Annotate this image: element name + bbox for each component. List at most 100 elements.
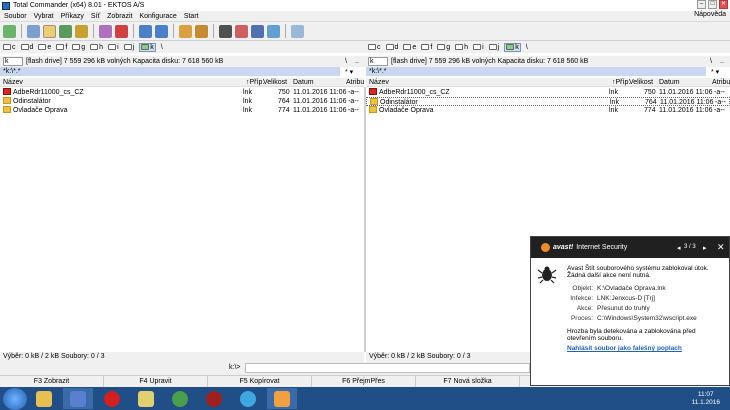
taskbar-totalcmd[interactable] (267, 388, 297, 409)
close-icon[interactable]: ✕ (717, 242, 725, 253)
tree-view-icon[interactable] (75, 24, 88, 38)
menu-sit[interactable]: Síť (91, 13, 100, 20)
col-name[interactable]: Název (3, 78, 23, 87)
root-button[interactable]: \ (161, 44, 163, 51)
back-to-root[interactable]: \ (345, 58, 347, 65)
f6-move-button[interactable]: F6 PřejmPřes (312, 376, 416, 387)
file-row[interactable]: Odinstalátor lnk 764 11.01.2016 11:06 -a… (0, 97, 364, 106)
col-size[interactable]: Velikost (263, 78, 287, 87)
taskbar-notes[interactable] (131, 388, 161, 409)
find-icon[interactable] (219, 24, 232, 38)
taskbar-explorer[interactable] (29, 388, 59, 409)
menu-soubor[interactable]: Soubor (4, 13, 27, 20)
drive-i[interactable]: i (108, 44, 119, 51)
col-date[interactable]: Datum (293, 78, 314, 87)
window-controls: – □ ✕ (697, 0, 728, 9)
full-view-icon[interactable] (43, 24, 56, 38)
pack-icon[interactable] (115, 24, 128, 38)
file-row[interactable]: AdbeRdr11000_cs_CZ lnk 750 11.01.2016 11… (0, 88, 364, 97)
drive-d[interactable]: d (385, 44, 398, 51)
brief-view-icon[interactable] (27, 24, 40, 38)
taskbar-save[interactable] (63, 388, 93, 409)
col-attr[interactable]: Atribu (712, 78, 730, 87)
file-row-focused[interactable]: Odinstalátor lnk 764 11.01.2016 11:06 -a… (366, 97, 730, 106)
drive-c[interactable]: c (368, 44, 381, 51)
file-row[interactable]: AdbeRdr11000_cs_CZ lnk 750 11.01.2016 11… (366, 88, 730, 97)
parent-dir[interactable]: .. (355, 58, 359, 65)
forward-icon[interactable] (155, 24, 168, 38)
compare-icon[interactable] (195, 24, 208, 38)
drive-h[interactable]: h (455, 44, 468, 51)
app-icon (2, 1, 10, 10)
f7-newfolder-button[interactable]: F7 Nová složka (416, 376, 520, 387)
menu-start[interactable]: Start (184, 13, 199, 20)
drive-icon (38, 44, 47, 50)
command-input[interactable] (245, 363, 530, 373)
unpack-icon[interactable] (179, 24, 192, 38)
parent-dir[interactable]: .. (720, 58, 724, 65)
col-date[interactable]: Datum (659, 78, 680, 87)
drive-j[interactable]: j (488, 44, 499, 51)
taskbar-media[interactable] (199, 388, 229, 409)
drive-f[interactable]: f (56, 44, 67, 51)
drive-e[interactable]: e (38, 44, 51, 51)
col-ext[interactable]: ↑Příp. (612, 78, 630, 87)
menu-konfigurace[interactable]: Konfigurace (139, 13, 176, 20)
drive-c[interactable]: c (3, 44, 16, 51)
thumbnails-icon[interactable] (59, 24, 72, 38)
false-positive-link[interactable]: Nahlásit soubor jako falešný poplach (567, 345, 719, 352)
col-attr[interactable]: Atribu (346, 78, 364, 87)
notepad-icon[interactable] (291, 24, 304, 38)
left-path[interactable]: *k:\*.* (0, 67, 340, 76)
ftp-icon[interactable] (251, 24, 264, 38)
start-button[interactable] (3, 387, 27, 410)
refresh-icon[interactable] (3, 24, 16, 38)
drive-combo[interactable]: k (368, 57, 388, 66)
f4-edit-button[interactable]: F4 Upravit (104, 376, 208, 387)
sync-icon[interactable] (267, 24, 280, 38)
taskbar-utorrent[interactable] (165, 388, 195, 409)
f3-view-button[interactable]: F3 Zobrazit (0, 376, 104, 387)
drive-k[interactable]: k (139, 42, 156, 52)
root-button[interactable]: \ (526, 44, 528, 51)
left-file-list: AdbeRdr11000_cs_CZ lnk 750 11.01.2016 11… (0, 88, 364, 352)
clock[interactable]: 11:07 11.1.2016 (692, 391, 730, 407)
col-size[interactable]: Velikost (629, 78, 653, 87)
taskbar-ccleaner[interactable] (233, 388, 263, 409)
rename-icon[interactable] (235, 24, 248, 38)
file-row[interactable]: Ovladače Oprava lnk 774 11.01.2016 11:06… (366, 106, 730, 115)
drive-d[interactable]: d (20, 44, 33, 51)
f5-copy-button[interactable]: F5 Kopírovat (208, 376, 312, 387)
drive-j[interactable]: j (123, 44, 134, 51)
invert-selection-icon[interactable] (99, 24, 112, 38)
drive-h[interactable]: h (90, 44, 103, 51)
drive-combo[interactable]: k (3, 57, 23, 66)
menu-napoveda[interactable]: Nápověda (694, 11, 726, 18)
menu-zobrazit[interactable]: Zobrazit (107, 13, 132, 20)
drive-i[interactable]: i (473, 44, 484, 51)
left-sort-arrows[interactable]: * ▾ (345, 68, 353, 76)
next-button[interactable]: ▸ (703, 244, 707, 252)
drive-k[interactable]: k (504, 42, 521, 52)
col-name[interactable]: Název (369, 78, 389, 87)
taskbar-opera[interactable] (97, 388, 127, 409)
drive-e[interactable]: e (403, 44, 416, 51)
drive-g[interactable]: g (72, 44, 85, 51)
back-to-root[interactable]: \ (710, 58, 712, 65)
pdf-icon (3, 88, 11, 95)
file-row[interactable]: Ovladače Oprava lnk 774 11.01.2016 11:06… (0, 106, 364, 115)
right-sort-arrows[interactable]: * ▾ (711, 68, 719, 76)
menu-vybrat[interactable]: Vybrat (34, 13, 54, 20)
back-icon[interactable] (139, 24, 152, 38)
col-ext[interactable]: ↑Příp. (246, 78, 264, 87)
maximize-button[interactable]: □ (708, 0, 717, 9)
minimize-button[interactable]: – (697, 0, 706, 9)
avast-body: Avast Štít souborového systému zablokova… (531, 258, 729, 352)
opera-icon (104, 390, 120, 407)
drive-f[interactable]: f (421, 44, 432, 51)
drive-g[interactable]: g (437, 44, 450, 51)
prev-button[interactable]: ◂ (677, 244, 681, 252)
menu-prikazy[interactable]: Příkazy (61, 13, 84, 20)
close-button[interactable]: ✕ (719, 0, 728, 9)
right-path[interactable]: *k:\*.* (366, 67, 706, 76)
